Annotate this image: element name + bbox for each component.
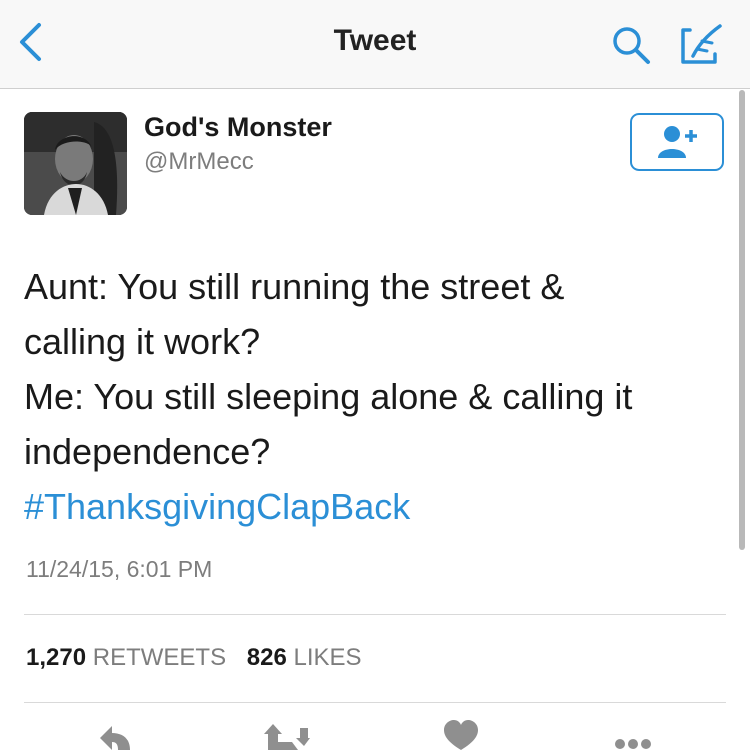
retweets-label[interactable]: RETWEETS: [93, 644, 226, 671]
retweet-button[interactable]: [262, 720, 312, 750]
retweets-count[interactable]: 1,270: [26, 644, 86, 671]
follow-button[interactable]: [630, 113, 724, 171]
tweet-timestamp: 11/24/15, 6:01 PM: [26, 556, 213, 582]
compose-icon: [681, 24, 722, 64]
hashtag-link[interactable]: #ThanksgivingClapBack: [24, 479, 724, 534]
divider: [24, 614, 726, 615]
tweet-stats: 1,270 RETWEETS 826 LIKES: [26, 644, 376, 672]
more-icon: [615, 739, 651, 749]
navigation-bar: Tweet: [0, 0, 750, 89]
scrollbar[interactable]: [739, 90, 745, 550]
profile-photo: [24, 112, 127, 215]
heart-icon: [444, 720, 478, 750]
divider: [24, 702, 726, 703]
likes-label[interactable]: LIKES: [293, 644, 361, 671]
compose-button[interactable]: [676, 20, 726, 70]
tweet-text-line: independence?: [24, 431, 271, 472]
display-name[interactable]: God's Monster: [144, 112, 332, 143]
user-handle[interactable]: @MrMecc: [144, 148, 254, 176]
more-button[interactable]: [608, 720, 658, 750]
reply-button[interactable]: [90, 720, 140, 750]
tweet-text-line: Aunt: You still running the street &: [24, 266, 565, 307]
add-user-icon: [658, 126, 697, 158]
retweet-icon: [264, 724, 310, 750]
tweet-text: Aunt: You still running the street & cal…: [24, 259, 724, 534]
tweet-text-line: Me: You still sleeping alone & calling i…: [24, 376, 633, 417]
like-button[interactable]: [436, 720, 486, 750]
avatar[interactable]: [24, 112, 127, 215]
reply-icon: [100, 726, 130, 750]
tweet-text-line: calling it work?: [24, 321, 261, 362]
likes-count[interactable]: 826: [247, 644, 287, 671]
search-icon: [613, 27, 650, 64]
search-button[interactable]: [606, 20, 656, 70]
